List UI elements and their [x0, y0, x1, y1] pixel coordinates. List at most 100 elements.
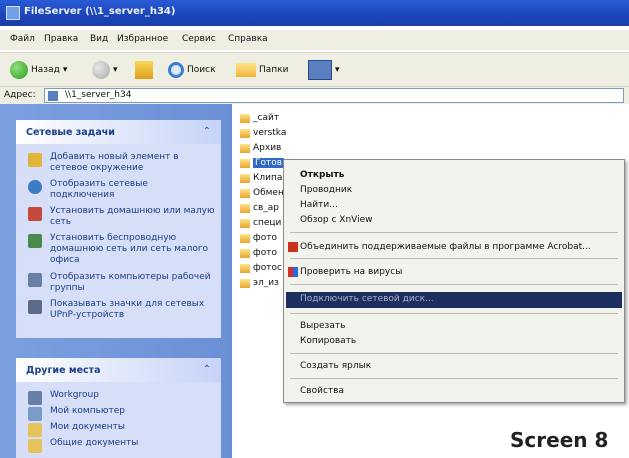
chevron-down-icon: ▾	[335, 65, 340, 75]
menu-item-properties[interactable]: Свойства	[300, 386, 344, 396]
up-folder-button[interactable]	[135, 59, 153, 81]
place-label: Workgroup	[50, 390, 99, 400]
menu-item-scan[interactable]: Проверить на вирусы	[300, 267, 402, 277]
search-label: Поиск	[187, 65, 216, 75]
home-network-icon	[28, 207, 42, 221]
place-shared-documents[interactable]: Общие документы	[16, 438, 221, 454]
network-connections-icon	[28, 180, 42, 194]
toolbar: Назад ▾ ▾ Поиск Папки ▾	[0, 52, 629, 87]
other-places-title: Другие места	[26, 365, 101, 376]
window-title: FileServer (\\1_server_h34)	[24, 6, 176, 17]
address-label: Адрес:	[4, 90, 36, 100]
list-item[interactable]: verstka	[240, 127, 286, 139]
list-item[interactable]: фото	[240, 232, 277, 244]
search-icon	[168, 62, 184, 78]
list-item[interactable]: Клипа	[240, 172, 282, 184]
menu-bar: Файл Правка Вид Избранное Сервис Справка	[0, 30, 629, 50]
shared-folder-icon	[240, 173, 250, 183]
folder-up-icon	[135, 61, 153, 79]
other-places-panel: Другие места ⌃ Workgroup Мой компьютер М…	[16, 358, 221, 458]
menu-file[interactable]: Файл	[10, 34, 35, 44]
menu-separator	[290, 258, 618, 259]
task-add-network-place[interactable]: Добавить новый элемент в сетевое окружен…	[16, 152, 221, 176]
collapse-icon[interactable]: ⌃	[203, 126, 211, 137]
menu-item-explorer[interactable]: Проводник	[300, 185, 352, 195]
menu-separator	[290, 232, 618, 233]
task-show-connections[interactable]: Отобразить сетевые подключения	[16, 179, 221, 203]
views-button[interactable]: ▾	[308, 59, 340, 81]
place-my-documents[interactable]: Мои документы	[16, 422, 221, 438]
shared-folder-icon	[240, 263, 250, 273]
menu-item-acrobat[interactable]: Объединить поддерживаемые файлы в програ…	[300, 242, 591, 252]
other-places-header[interactable]: Другие места ⌃	[16, 358, 221, 382]
folders-icon	[236, 63, 256, 77]
workgroup-computers-icon	[28, 273, 42, 287]
menu-separator	[290, 313, 618, 314]
list-item[interactable]: св_ар	[240, 202, 279, 214]
views-icon	[308, 60, 332, 80]
menu-item-find[interactable]: Найти...	[300, 200, 338, 210]
place-my-computer[interactable]: Мой компьютер	[16, 406, 221, 422]
list-item[interactable]: _сайт	[240, 112, 279, 124]
my-computer-icon	[28, 407, 42, 421]
add-network-place-icon	[28, 153, 42, 167]
forward-arrow-icon	[92, 61, 110, 79]
place-workgroup[interactable]: Workgroup	[16, 390, 221, 406]
network-tasks-header[interactable]: Сетевые задачи ⌃	[16, 120, 221, 144]
task-setup-home-network[interactable]: Установить домашнюю или малую сеть	[16, 206, 221, 230]
list-item[interactable]: эл_из	[240, 277, 279, 289]
list-item[interactable]: Обмен	[240, 187, 284, 199]
address-field[interactable]: \\1_server_h34	[44, 88, 624, 103]
network-folder-icon	[6, 6, 20, 20]
menu-item-map-drive[interactable]: Подключить сетевой диск...	[300, 294, 434, 304]
workgroup-icon	[28, 391, 42, 405]
task-label: Установить беспроводную домашнюю сеть ил…	[50, 233, 209, 265]
shared-folder-icon	[240, 233, 250, 243]
acrobat-icon	[288, 242, 298, 252]
shared-folder-icon	[240, 113, 250, 123]
list-item-selected[interactable]: Готов	[240, 157, 285, 169]
list-item[interactable]: фото	[240, 247, 277, 259]
task-show-upnp[interactable]: Показывать значки для сетевых UPnP-устро…	[16, 299, 221, 323]
menu-item-open[interactable]: Открыть	[300, 170, 344, 180]
task-label: Отобразить компьютеры рабочей группы	[50, 272, 211, 293]
place-label: Мои документы	[50, 422, 126, 432]
menu-item-xnview[interactable]: Обзор с XnView	[300, 215, 373, 225]
network-tasks-title: Сетевые задачи	[26, 127, 115, 138]
folders-button[interactable]: Папки	[236, 59, 288, 81]
menu-edit[interactable]: Правка	[44, 34, 78, 44]
back-button[interactable]: Назад ▾	[10, 59, 67, 81]
menu-tools[interactable]: Сервис	[182, 34, 216, 44]
menu-item-cut[interactable]: Вырезать	[300, 321, 345, 331]
menu-item-copy[interactable]: Копировать	[300, 336, 356, 346]
place-label: Мой компьютер	[50, 406, 125, 416]
address-bar: Адрес: \\1_server_h34	[0, 86, 629, 105]
upnp-devices-icon	[28, 300, 42, 314]
task-setup-wireless[interactable]: Установить беспроводную домашнюю сеть ил…	[16, 233, 221, 269]
collapse-icon[interactable]: ⌃	[203, 364, 211, 375]
address-value: \\1_server_h34	[65, 90, 132, 100]
forward-button[interactable]: ▾	[92, 59, 118, 81]
search-button[interactable]: Поиск	[168, 59, 216, 81]
task-show-workgroup[interactable]: Отобразить компьютеры рабочей группы	[16, 272, 221, 296]
back-arrow-icon	[10, 61, 28, 79]
network-folder-icon	[48, 91, 58, 101]
chevron-down-icon: ▾	[62, 65, 68, 75]
list-item[interactable]: фотос	[240, 262, 282, 274]
task-label: Отобразить сетевые подключения	[50, 179, 148, 200]
menu-separator	[290, 284, 618, 285]
title-bar: FileServer (\\1_server_h34)	[0, 0, 629, 26]
menu-favorites[interactable]: Избранное	[117, 34, 168, 44]
network-tasks-panel: Сетевые задачи ⌃ Добавить новый элемент …	[16, 120, 221, 338]
menu-item-create-shortcut[interactable]: Создать ярлык	[300, 361, 371, 371]
list-item[interactable]: Архив	[240, 142, 281, 154]
folders-label: Папки	[259, 65, 289, 75]
task-label: Добавить новый элемент в сетевое окружен…	[50, 152, 179, 173]
menu-separator	[290, 353, 618, 354]
list-item[interactable]: специ	[240, 217, 281, 229]
menu-help[interactable]: Справка	[228, 34, 268, 44]
menu-view[interactable]: Вид	[90, 34, 108, 44]
shared-folder-icon	[240, 128, 250, 138]
figure-caption: Screen 8	[510, 428, 609, 452]
place-label: Общие документы	[50, 438, 139, 448]
